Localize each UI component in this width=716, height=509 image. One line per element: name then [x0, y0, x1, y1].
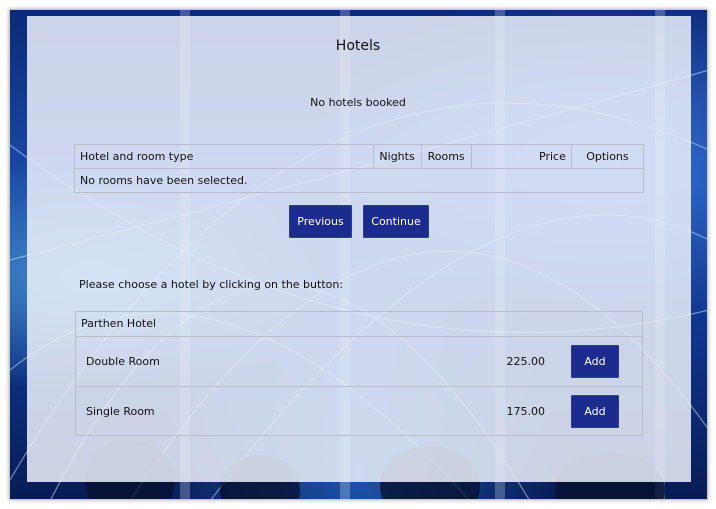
previous-button[interactable]: Previous — [289, 205, 352, 238]
room-type: Single Room — [86, 405, 155, 418]
hotel-name: Parthen Hotel — [76, 312, 642, 337]
booking-status-text: No hotels booked — [310, 96, 406, 109]
room-price: 225.00 — [506, 355, 546, 368]
room-type: Double Room — [86, 355, 160, 368]
room-row: Double Room 225.00 Add — [76, 337, 642, 387]
room-row: Single Room 175.00 Add — [76, 387, 642, 437]
empty-table-message: No rooms have been selected. — [74, 168, 644, 193]
column-header-rooms: Rooms — [420, 144, 472, 169]
column-header-nights: Nights — [372, 144, 422, 169]
add-double-room-button[interactable]: Add — [571, 345, 619, 378]
add-single-room-button[interactable]: Add — [571, 395, 619, 428]
room-price: 175.00 — [506, 405, 546, 418]
instruction-text: Please choose a hotel by clicking on the… — [79, 278, 344, 291]
table-row: No rooms have been selected. — [74, 168, 644, 193]
selected-rooms-table: Hotel and room type Nights Rooms Price O… — [74, 144, 645, 193]
page-title: Hotels — [335, 38, 381, 54]
continue-button[interactable]: Continue — [363, 205, 429, 238]
column-header-options: Options — [570, 144, 645, 169]
column-header-hotel-room: Hotel and room type — [74, 144, 374, 169]
column-header-price: Price — [470, 144, 572, 169]
hotel-card: Parthen Hotel Double Room 225.00 Add Sin… — [75, 311, 643, 436]
table-header-row: Hotel and room type Nights Rooms Price O… — [74, 144, 645, 169]
